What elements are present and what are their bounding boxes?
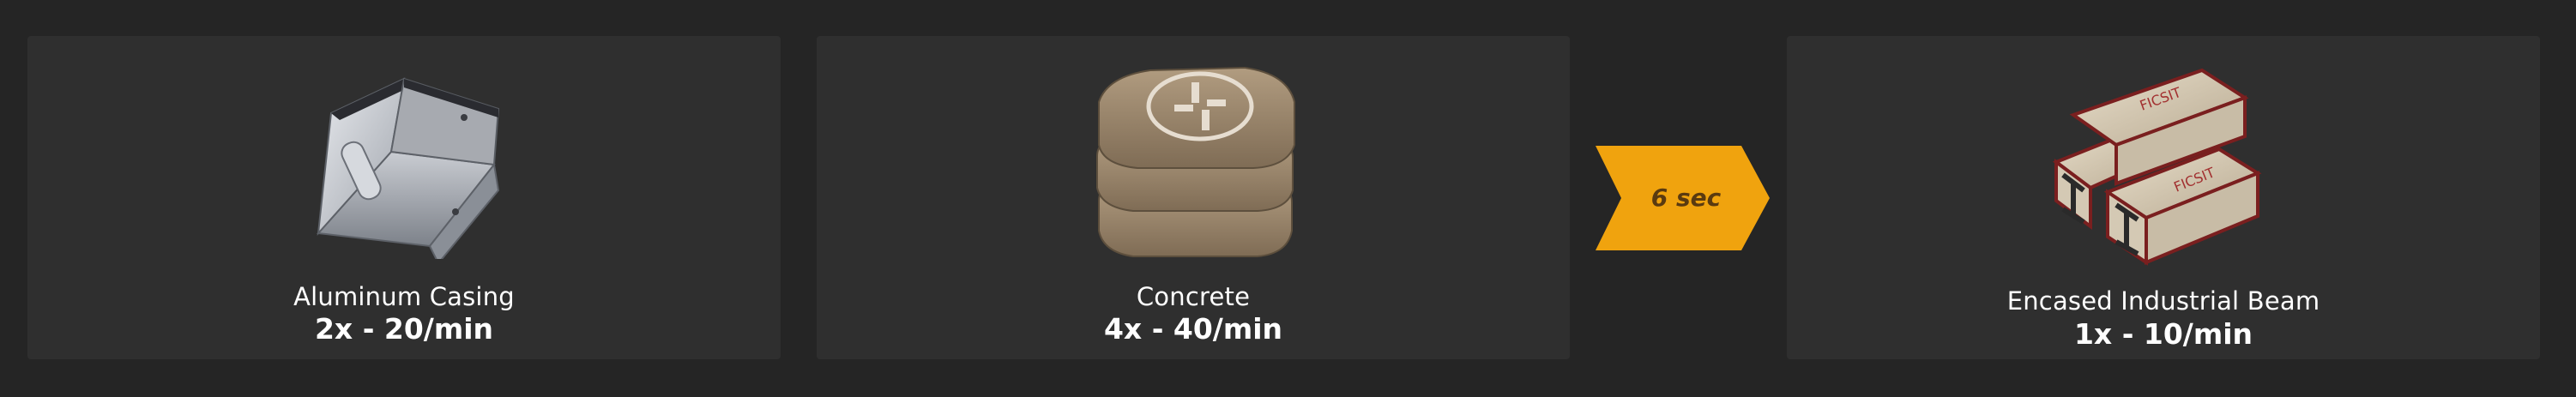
input-card-aluminum-casing[interactable]: Aluminum Casing 2x - 20/min [27, 36, 781, 359]
duration-label: 6 sec [1650, 183, 1722, 212]
encased-industrial-beam-icon: FICSIT FICSIT [2052, 68, 2262, 266]
concrete-icon [1096, 66, 1295, 257]
input-card-concrete[interactable]: Concrete 4x - 40/min [817, 36, 1570, 359]
output-card-encased-industrial-beam[interactable]: FICSIT FICSIT Encased Industrial Beam 1x… [1787, 36, 2540, 359]
input-item-name: Concrete [1136, 282, 1251, 311]
output-item-name: Encased Industrial Beam [2006, 286, 2320, 316]
recipe-panel: Aluminum Casing 2x - 20/min Concrete 4x … [0, 0, 2576, 397]
input-item-rate: 4x - 40/min [1103, 312, 1283, 346]
aluminum-casing-icon [316, 77, 500, 259]
input-item-rate: 2x - 20/min [314, 312, 494, 346]
output-item-rate: 1x - 10/min [2073, 317, 2253, 351]
input-item-name: Aluminum Casing [293, 282, 515, 311]
